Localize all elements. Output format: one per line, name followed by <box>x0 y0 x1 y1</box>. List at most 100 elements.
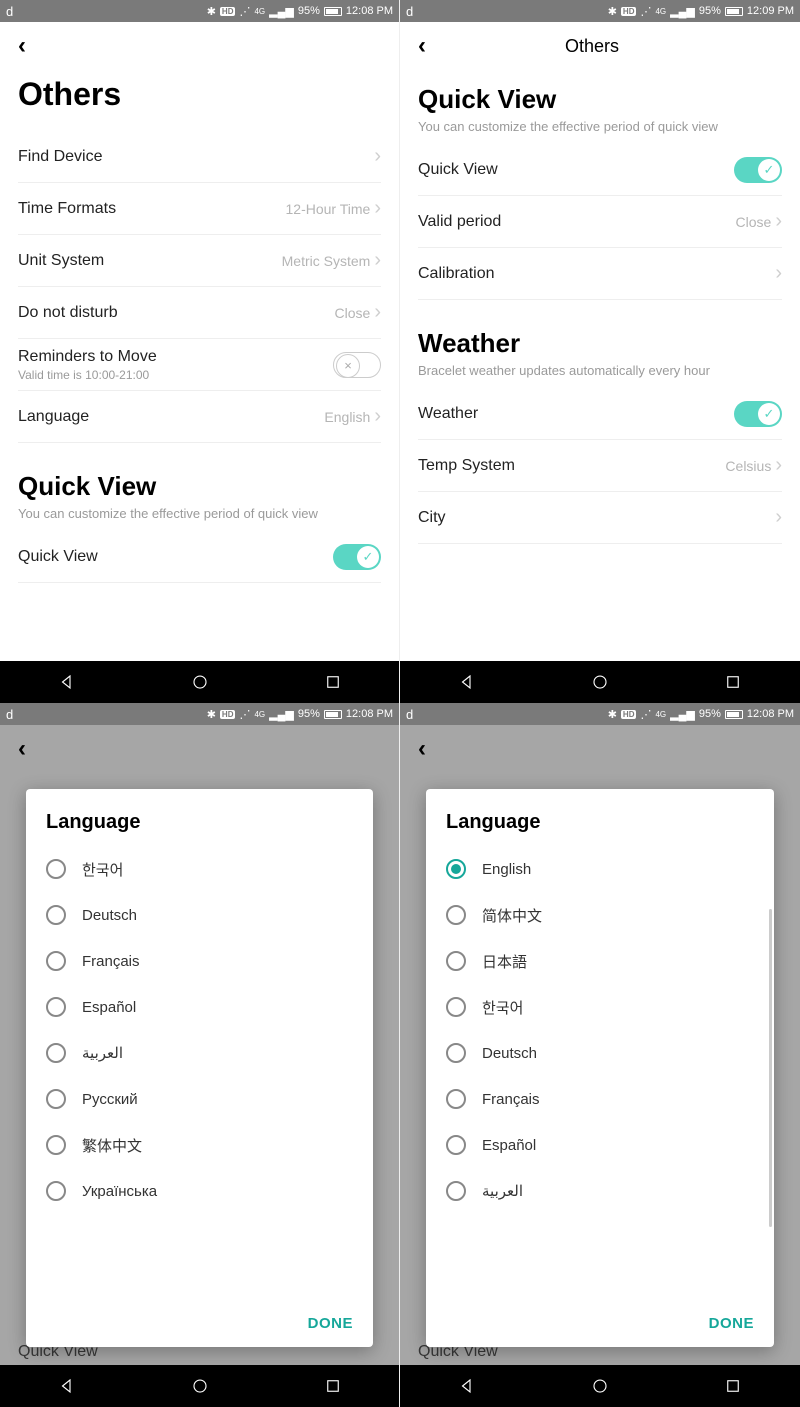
battery-percent: 95% <box>298 708 320 720</box>
nav-home-icon[interactable] <box>591 1377 609 1395</box>
language-option[interactable]: 日本語 <box>446 938 754 984</box>
dialog-title: Language <box>446 811 754 834</box>
language-option-label: العربية <box>482 1182 523 1200</box>
language-option[interactable]: Русский <box>46 1076 353 1122</box>
language-option[interactable]: 简体中文 <box>446 892 754 938</box>
nav-home-icon[interactable] <box>191 1377 209 1395</box>
battery-percent: 95% <box>699 708 721 720</box>
language-option[interactable]: Deutsch <box>446 1030 754 1076</box>
status-time: 12:08 PM <box>346 5 393 17</box>
android-nav-bar <box>400 1365 800 1407</box>
weather-toggle[interactable] <box>734 401 782 427</box>
radio-icon <box>446 997 466 1017</box>
chevron-right-icon: › <box>775 210 782 233</box>
back-button[interactable]: ‹ <box>18 32 26 60</box>
row-do-not-disturb[interactable]: Do not disturb Close › <box>18 287 381 339</box>
battery-percent: 95% <box>298 5 320 17</box>
section-weather: Weather <box>418 328 782 359</box>
language-option[interactable]: English <box>446 846 754 892</box>
language-option[interactable]: العربية <box>46 1030 353 1076</box>
status-bar: d ✱ HD ⋰ 4G ▂▄▆ 95% 12:08 PM <box>0 0 399 22</box>
wifi-icon: ⋰ <box>239 5 250 18</box>
radio-icon <box>446 1089 466 1109</box>
nav-back-icon[interactable] <box>458 1377 476 1395</box>
network-icon: 4G <box>655 7 666 16</box>
header-title: Others <box>402 36 782 57</box>
battery-icon <box>725 7 743 16</box>
language-option[interactable]: Français <box>446 1076 754 1122</box>
quick-view-subtitle: You can customize the effective period o… <box>418 119 782 134</box>
status-time: 12:08 PM <box>346 708 393 720</box>
hd-icon: HD <box>220 7 236 16</box>
scrollbar-indicator <box>769 909 772 1227</box>
done-button[interactable]: DONE <box>308 1315 353 1332</box>
quick-view-toggle[interactable] <box>734 157 782 183</box>
radio-icon <box>446 859 466 879</box>
row-quick-view: Quick View <box>18 531 381 583</box>
section-quick-view: Quick View <box>18 471 381 502</box>
screen-others-main: d ✱ HD ⋰ 4G ▂▄▆ 95% 12:08 PM ‹ Others Fi… <box>0 0 400 703</box>
nav-recent-icon[interactable] <box>324 1377 342 1395</box>
language-option-label: Français <box>482 1091 540 1108</box>
android-nav-bar <box>0 661 399 703</box>
quick-view-toggle[interactable] <box>333 544 381 570</box>
nav-recent-icon[interactable] <box>724 673 742 691</box>
language-option[interactable]: 한국어 <box>446 984 754 1030</box>
status-bar: d ✱ HD ⋰ 4G ▂▄▆ 95% 12:08 PM <box>0 703 399 725</box>
language-option[interactable]: Español <box>46 984 353 1030</box>
language-option-label: Українська <box>82 1183 157 1200</box>
row-time-formats[interactable]: Time Formats 12-Hour Time › <box>18 183 381 235</box>
network-icon: 4G <box>655 710 666 719</box>
reminders-toggle[interactable] <box>333 352 381 378</box>
wifi-icon: ⋰ <box>640 708 651 721</box>
nav-recent-icon[interactable] <box>324 673 342 691</box>
done-button[interactable]: DONE <box>709 1315 754 1332</box>
chevron-right-icon: › <box>374 145 381 168</box>
language-option-label: Español <box>482 1137 536 1154</box>
wifi-icon: ⋰ <box>640 5 651 18</box>
language-option[interactable]: العربية <box>446 1168 754 1214</box>
radio-icon <box>446 1135 466 1155</box>
row-calibration[interactable]: Calibration › <box>418 248 782 300</box>
chevron-right-icon: › <box>374 197 381 220</box>
status-carrier: d <box>406 4 413 19</box>
battery-icon <box>324 7 342 16</box>
page-title: Others <box>18 76 381 113</box>
row-temp-system[interactable]: Temp System Celsius › <box>418 440 782 492</box>
language-option-label: English <box>482 861 531 878</box>
language-options-list[interactable]: 한국어 DeutschFrançaisEspañolالعربيةРусский繁… <box>46 846 353 1307</box>
radio-icon <box>46 905 66 925</box>
language-option[interactable]: Deutsch <box>46 892 353 938</box>
nav-home-icon[interactable] <box>191 673 209 691</box>
language-options-list[interactable]: English 简体中文日本語한국어Deutsch Français Español ا… <box>446 846 754 1307</box>
radio-icon <box>46 1135 66 1155</box>
chevron-right-icon: › <box>374 301 381 324</box>
radio-icon <box>46 997 66 1017</box>
nav-home-icon[interactable] <box>591 673 609 691</box>
chevron-right-icon: › <box>775 506 782 529</box>
language-option[interactable]: 한국어 <box>46 846 353 892</box>
radio-icon <box>46 859 66 879</box>
language-option[interactable]: Español <box>446 1122 754 1168</box>
language-option[interactable]: Українська <box>46 1168 353 1214</box>
language-option[interactable]: Français <box>46 938 353 984</box>
nav-recent-icon[interactable] <box>724 1377 742 1395</box>
row-language[interactable]: Language English › <box>18 391 381 443</box>
nav-back-icon[interactable] <box>458 673 476 691</box>
battery-icon <box>324 710 342 719</box>
row-unit-system[interactable]: Unit System Metric System › <box>18 235 381 287</box>
status-time: 12:08 PM <box>747 708 794 720</box>
radio-icon <box>46 1181 66 1201</box>
section-quick-view: Quick View <box>418 84 782 115</box>
language-option-label: 한국어 <box>82 859 123 880</box>
row-find-device[interactable]: Find Device › <box>18 131 381 183</box>
wifi-icon: ⋰ <box>239 708 250 721</box>
nav-back-icon[interactable] <box>58 1377 76 1395</box>
bluetooth-icon: ✱ <box>608 5 617 18</box>
chevron-right-icon: › <box>374 405 381 428</box>
language-option[interactable]: 繁体中文 <box>46 1122 353 1168</box>
row-valid-period[interactable]: Valid period Close › <box>418 196 782 248</box>
row-city[interactable]: City › <box>418 492 782 544</box>
radio-icon <box>46 1043 66 1063</box>
nav-back-icon[interactable] <box>58 673 76 691</box>
